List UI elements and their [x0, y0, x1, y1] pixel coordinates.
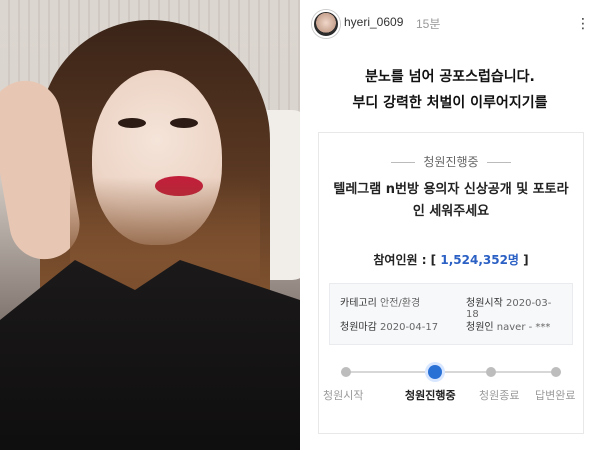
profile-photo	[0, 0, 300, 450]
start-label: 청원시작	[466, 298, 503, 309]
end-value: 2020-04-17	[380, 322, 439, 333]
participants-label: 참여인원 : [	[373, 253, 437, 267]
headline-line-2: 부디 강력한 처벌이 이루어지기를	[352, 95, 548, 111]
category-value: 안전/환경	[380, 298, 421, 309]
progress-line	[341, 371, 561, 373]
category: 카테고리 안전/환경	[340, 294, 420, 309]
progress-dot-start	[341, 367, 351, 377]
progress-dot-active	[428, 365, 442, 379]
info-row-1: 카테고리 안전/환경 청원시작 2020-03-18	[340, 294, 562, 320]
progress-step-start: 청원시작	[323, 389, 364, 402]
shirt	[0, 260, 300, 450]
petition-card: 청원진행중 텔레그램 n번방 용의자 신상공개 및 포토라인 세워주세요 참여인…	[318, 132, 584, 434]
petition-title: 텔레그램 n번방 용의자 신상공개 및 포토라인 세워주세요	[333, 182, 569, 219]
participants: 참여인원 : [ 1,524,352명 ]	[319, 251, 583, 268]
progress-step-answered: 답변완료	[535, 389, 576, 402]
petition-status: 청원진행중	[319, 153, 583, 170]
more-icon[interactable]: ⋮	[576, 16, 590, 32]
headline-line-1: 분노를 넘어 공포스럽습니다.	[365, 69, 535, 85]
petitioner-label: 청원인	[466, 322, 494, 333]
petition-progress: 청원시작 청원진행중 청원종료 답변완료	[319, 363, 583, 423]
start-date: 청원시작 2020-03-18	[466, 294, 562, 320]
info-row-2: 청원마감 2020-04-17 청원인 naver - ***	[340, 318, 562, 333]
post-time: 15분	[416, 17, 441, 31]
end-label: 청원마감	[340, 322, 377, 333]
participants-close: ]	[523, 253, 529, 267]
petition-info: 카테고리 안전/환경 청원시작 2020-03-18 청원마감 2020-04-…	[329, 283, 573, 345]
petitioner: 청원인 naver - ***	[466, 318, 550, 333]
progress-step-active: 청원진행중	[405, 389, 456, 402]
progress-dot-answer	[551, 367, 561, 377]
instagram-story: hyeri_0609 15분 ⋮ 분노를 넘어 공포스럽습니다. 부디 강력한 …	[300, 0, 600, 450]
screen: hyeri_0609 15분 ⋮ 분노를 넘어 공포스럽습니다. 부디 강력한 …	[0, 0, 600, 450]
story-headline: 분노를 넘어 공포스럽습니다. 부디 강력한 처벌이 이루어지기를	[320, 66, 580, 112]
username[interactable]: hyeri_0609	[344, 15, 403, 29]
category-label: 카테고리	[340, 298, 377, 309]
progress-step-ended: 청원종료	[479, 389, 520, 402]
participants-value: 1,524,352명	[440, 253, 519, 267]
avatar[interactable]	[312, 10, 340, 38]
petitioner-value: naver - ***	[496, 322, 551, 333]
progress-dot-end	[486, 367, 496, 377]
end-date: 청원마감 2020-04-17	[340, 318, 438, 333]
story-topbar: hyeri_0609 15분 ⋮	[300, 0, 600, 44]
